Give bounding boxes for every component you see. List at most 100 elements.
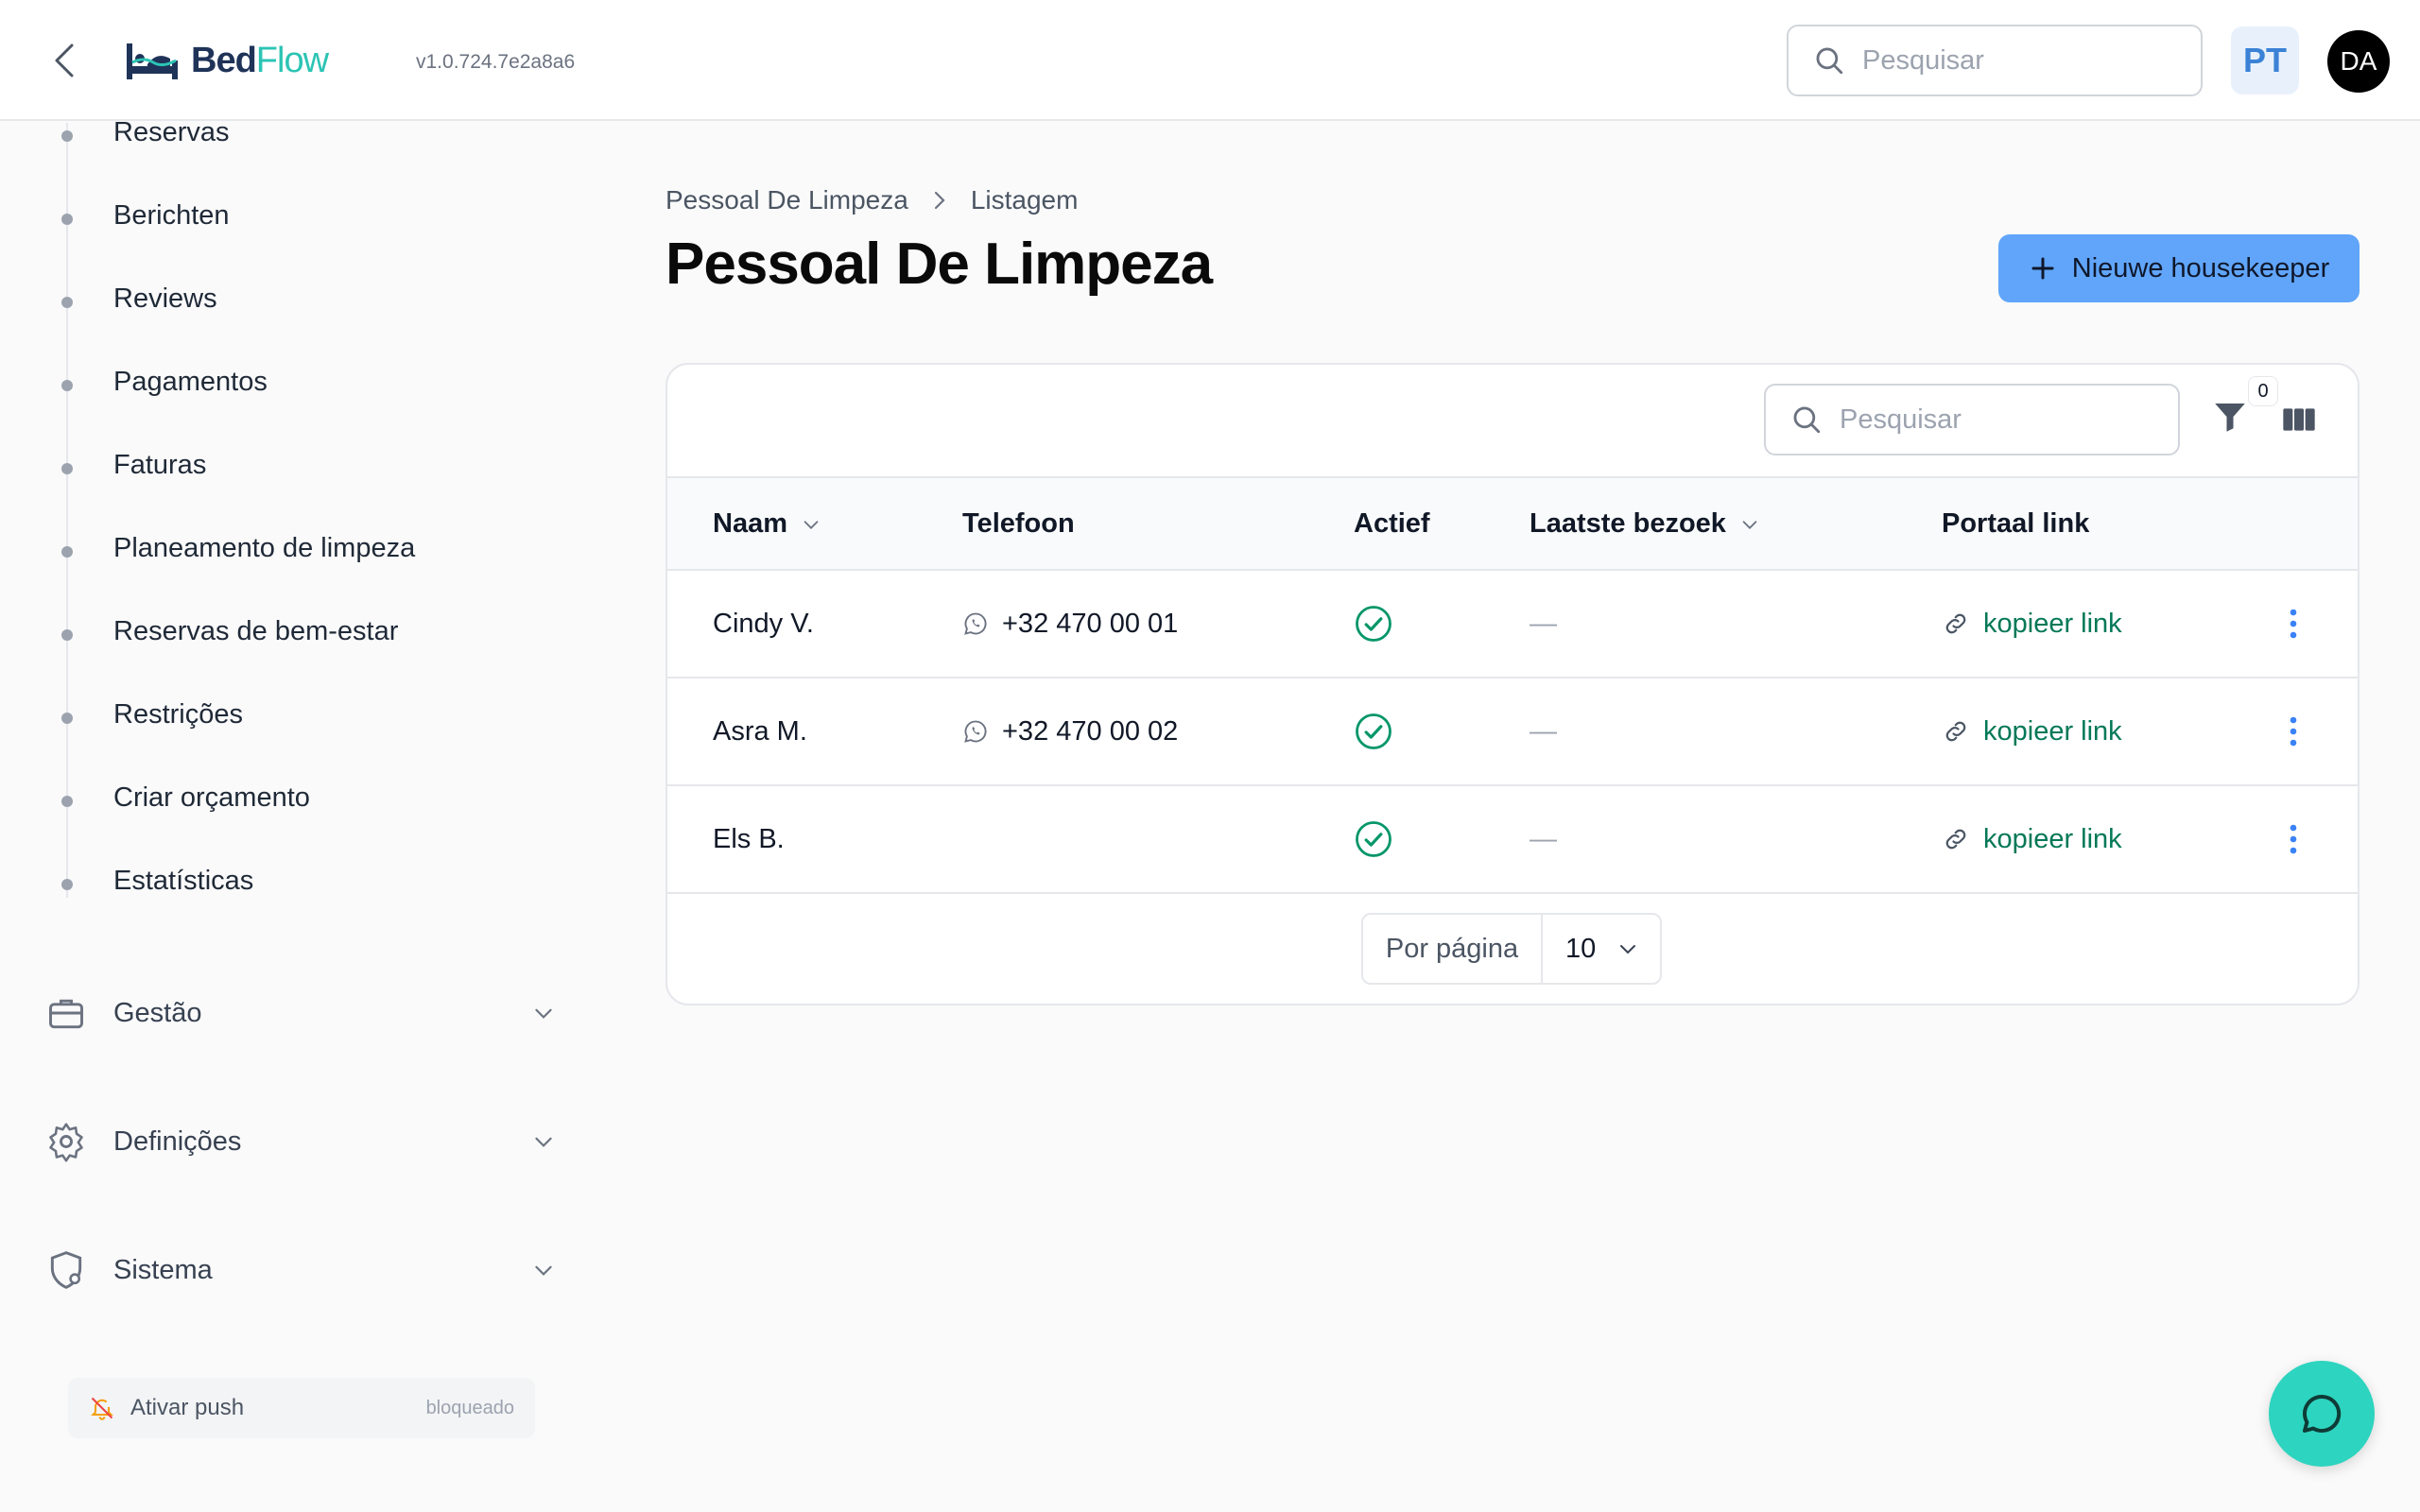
nav-dot [61, 796, 73, 807]
logo-text-bed: Bed [191, 40, 257, 80]
sidebar-item-pagamentos[interactable]: Pagamentos [113, 367, 268, 398]
columns-icon [2283, 408, 2315, 431]
cell-active [1354, 679, 1393, 784]
language-switcher[interactable]: PT [2231, 26, 2299, 94]
briefcase-icon [49, 999, 83, 1029]
push-status: bloqueado [425, 1397, 514, 1418]
per-page-value: 10 [1565, 933, 1597, 964]
chat-button[interactable] [2269, 1361, 2375, 1467]
global-search-input[interactable] [1862, 44, 2146, 77]
breadcrumb-item: Listagem [970, 185, 1079, 215]
table-search[interactable] [1764, 384, 2180, 455]
table-search-input[interactable] [1840, 404, 2123, 436]
link-icon [1945, 829, 1966, 850]
breadcrumb: Pessoal De Limpeza Listagem [666, 185, 1078, 215]
sidebar-item-estatisticas[interactable]: Estatísticas [113, 866, 253, 897]
shield-gear-icon [50, 1251, 82, 1289]
app-version: v1.0.724.7e2a8a6 [416, 51, 576, 73]
sidebar-group-sistema[interactable]: Sistema [45, 1242, 556, 1298]
row-actions-button[interactable] [2286, 786, 2301, 892]
column-header-label: Telefoon [962, 508, 1075, 539]
sidebar-item-criar-orcamento[interactable]: Criar orçamento [113, 782, 310, 814]
columns-toggle-button[interactable] [2280, 401, 2318, 438]
phone-number: +32 470 00 02 [1002, 715, 1179, 747]
sidebar-item-restricoes[interactable]: Restrições [113, 699, 243, 730]
copy-portal-link[interactable]: kopieer link [1942, 786, 2122, 892]
link-icon [1945, 721, 1966, 742]
global-search[interactable] [1787, 25, 2203, 96]
copy-portal-link[interactable]: kopieer link [1942, 679, 2122, 784]
top-bar: BedFlow v1.0.724.7e2a8a6 PT DA [0, 0, 2420, 121]
cell-name: Cindy V. [713, 608, 814, 639]
sidebar-item-planeamento-limpeza[interactable]: Planeamento de limpeza [113, 533, 415, 564]
logo[interactable]: BedFlow [125, 32, 329, 89]
page-title: Pessoal De Limpeza [666, 232, 1213, 297]
per-page-label: Por página [1363, 915, 1543, 983]
bed-logo-icon [127, 43, 178, 79]
cell-phone[interactable]: +32 470 00 02 [962, 679, 1178, 784]
cell-phone[interactable]: +32 470 00 01 [962, 571, 1178, 677]
search-icon [1793, 406, 1821, 434]
kebab-menu-icon [2290, 824, 2297, 854]
column-header-label: Portaal link [1942, 508, 2090, 539]
logo-text-flow: Flow [255, 40, 329, 80]
link-icon [1945, 613, 1966, 634]
nav-dot [61, 214, 73, 225]
sidebar-group-label: Gestão [113, 997, 202, 1028]
table-row[interactable]: Els B. — kopieer link [667, 786, 2358, 894]
sort-chevron-icon [1742, 520, 1757, 529]
breadcrumb-item[interactable]: Pessoal De Limpeza [666, 185, 908, 215]
column-header-naam[interactable]: Naam [713, 508, 821, 540]
filter-count-badge: 0 [2248, 376, 2278, 406]
chevron-down-icon [535, 1265, 552, 1276]
cell-name: Els B. [713, 823, 785, 854]
sidebar-item-reservas-bem-estar[interactable]: Reservas de bem-estar [113, 616, 398, 647]
sidebar-group-gestao[interactable]: Gestão [45, 985, 556, 1041]
user-avatar[interactable]: DA [2327, 30, 2390, 93]
back-button[interactable] [45, 38, 83, 83]
copy-link-label: kopieer link [1983, 715, 2122, 747]
table-row[interactable]: Cindy V. +32 470 00 01 — kopieer link [667, 571, 2358, 679]
chevron-right-icon [934, 191, 945, 210]
column-header-portaal-link: Portaal link [1942, 508, 2089, 540]
nav-dot [61, 297, 73, 308]
check-circle-icon [1356, 606, 1392, 642]
sidebar-item-faturas[interactable]: Faturas [113, 450, 206, 481]
sidebar-item-berichten[interactable]: Berichten [113, 200, 230, 232]
nav-dot [61, 463, 73, 474]
nav-dot [61, 879, 73, 890]
per-page-control: Por página 10 [1361, 913, 1662, 985]
bell-off-icon [91, 1397, 113, 1420]
search-icon [1816, 47, 1843, 75]
nav-dot [61, 713, 73, 724]
sidebar-group-definicoes[interactable]: Definições [45, 1113, 556, 1170]
column-header-telefoon: Telefoon [962, 508, 1075, 540]
chevron-left-icon [55, 43, 74, 77]
cell-last-visit: — [1530, 823, 1557, 854]
nav-dot [61, 130, 73, 142]
sidebar: Reservas Berichten Reviews Pagamentos Fa… [0, 117, 586, 1512]
new-housekeeper-button[interactable]: Nieuwe housekeeper [1998, 234, 2360, 302]
plus-icon [2031, 257, 2054, 280]
copy-link-label: kopieer link [1983, 608, 2122, 639]
sidebar-group-label: Definições [113, 1125, 242, 1157]
copy-portal-link[interactable]: kopieer link [1942, 571, 2122, 677]
whatsapp-icon [964, 720, 987, 743]
column-header-laatste-bezoek[interactable]: Laatste bezoek [1530, 508, 1760, 540]
per-page-select[interactable]: 10 [1543, 915, 1660, 983]
whatsapp-icon [964, 612, 987, 635]
nav-dot [61, 380, 73, 391]
cell-name: Asra M. [713, 715, 807, 747]
table-row[interactable]: Asra M. +32 470 00 02 — kopieer link [667, 679, 2358, 786]
enable-push-button[interactable]: Ativar push bloqueado [68, 1378, 535, 1438]
sort-chevron-icon [804, 520, 819, 529]
chevron-down-icon [1620, 945, 1635, 954]
sidebar-item-reservas[interactable]: Reservas [113, 117, 230, 148]
check-circle-icon [1356, 821, 1392, 857]
row-actions-button[interactable] [2286, 679, 2301, 784]
row-actions-button[interactable] [2286, 571, 2301, 677]
sidebar-group-label: Sistema [113, 1254, 213, 1285]
sidebar-item-reviews[interactable]: Reviews [113, 284, 217, 315]
cell-active [1354, 786, 1393, 892]
column-header-label: Naam [713, 508, 787, 539]
